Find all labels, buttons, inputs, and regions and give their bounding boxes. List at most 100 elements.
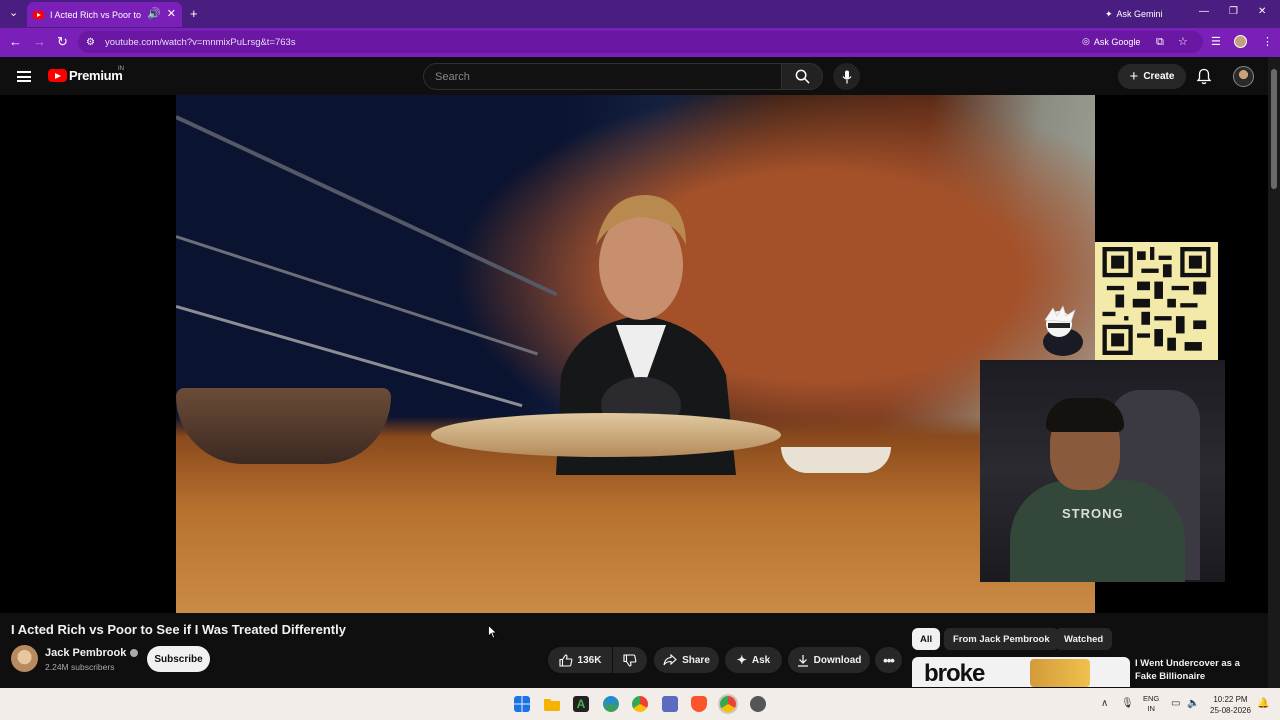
- streamer-hair: [1046, 398, 1124, 432]
- ask-button[interactable]: ✦ Ask: [725, 647, 782, 673]
- microphone-tray-icon[interactable]: 🎙: [1121, 698, 1134, 709]
- youtube-favicon-icon: [33, 10, 44, 19]
- language-code: ENG: [1143, 694, 1160, 703]
- app-with-badge-icon[interactable]: [750, 696, 766, 712]
- brave-browser-icon[interactable]: [691, 696, 707, 712]
- ask-google-label: Ask Google: [1093, 36, 1141, 47]
- microphone-icon: [842, 70, 851, 83]
- network-icon[interactable]: ▭: [1171, 698, 1180, 709]
- more-actions-button[interactable]: •••: [875, 647, 902, 673]
- hamburger-menu-icon[interactable]: [17, 71, 31, 82]
- search-button[interactable]: [781, 63, 823, 90]
- thumbs-up-icon: [558, 653, 572, 667]
- browser-tab-strip: ⌄ I Acted Rich vs Poor to See 🔊 ✕ + ✦ As…: [0, 0, 1280, 28]
- back-arrow-icon[interactable]: ←: [9, 34, 22, 50]
- file-explorer-icon[interactable]: [544, 696, 560, 712]
- ask-gemini-button[interactable]: ✦ Ask Gemini: [1105, 6, 1163, 22]
- chip-all[interactable]: All: [912, 628, 941, 650]
- forward-arrow-icon[interactable]: →: [33, 34, 46, 50]
- recommended-video-title[interactable]: I Went Undercover as a Fake Billionaire: [1135, 657, 1260, 683]
- browser-menu-icon[interactable]: ⋮: [1262, 34, 1273, 50]
- restore-button[interactable]: ❐: [1229, 6, 1238, 17]
- notifications-bell-icon[interactable]: [1196, 68, 1212, 85]
- url-text[interactable]: youtube.com/watch?v=mnmixPuLrsg&t=763s: [105, 37, 296, 48]
- tab-search-chevron-icon[interactable]: ⌄: [9, 8, 18, 19]
- gemini-sparkle-icon: ✦: [1105, 8, 1113, 19]
- search-placeholder: Search: [435, 71, 470, 83]
- chip-watched[interactable]: Watched: [1055, 628, 1113, 650]
- balcony-railing: [176, 115, 558, 297]
- share-label: Share: [682, 654, 710, 666]
- download-button[interactable]: Download: [788, 647, 870, 673]
- create-button[interactable]: + Create: [1118, 64, 1186, 89]
- system-clock[interactable]: 10:22 PM 25-08-2026: [1210, 694, 1251, 716]
- salad-bowl: [176, 388, 391, 464]
- verified-badge-icon: [130, 649, 139, 657]
- small-bowl: [781, 447, 891, 473]
- speaker-icon[interactable]: 🔊: [147, 9, 161, 20]
- search-icon: [795, 69, 810, 84]
- recommended-video-thumbnail[interactable]: broke: [912, 657, 1130, 687]
- windows-taskbar: A: [0, 688, 1280, 720]
- clock-date: 25-08-2026: [1210, 706, 1251, 715]
- volume-icon[interactable]: 🔈: [1187, 698, 1199, 709]
- bookmark-star-icon[interactable]: ☆: [1178, 34, 1188, 50]
- search-input[interactable]: Search: [423, 63, 782, 90]
- input-language[interactable]: ENG IN: [1143, 694, 1159, 714]
- thumbnail-face: [1030, 659, 1090, 687]
- chrome-active-icon[interactable]: [720, 696, 736, 712]
- account-avatar[interactable]: [1233, 66, 1254, 87]
- like-button[interactable]: 136K: [548, 647, 612, 673]
- create-label: Create: [1143, 71, 1175, 82]
- ask-gemini-label: Ask Gemini: [1116, 9, 1163, 19]
- store-icon[interactable]: [662, 696, 678, 712]
- show-hidden-icons-chevron[interactable]: ∧: [1101, 698, 1108, 709]
- close-tab-icon[interactable]: ✕: [167, 9, 176, 20]
- terminal-app-icon[interactable]: A: [573, 696, 589, 712]
- thumbs-down-icon: [623, 653, 637, 667]
- video-frame[interactable]: [176, 95, 1095, 613]
- share-button[interactable]: Share: [654, 647, 719, 673]
- site-info-icon[interactable]: ⚙: [86, 37, 95, 48]
- reading-list-icon[interactable]: ☰: [1211, 34, 1221, 50]
- page-scrollbar[interactable]: [1268, 57, 1280, 688]
- notification-center-icon[interactable]: 🔔: [1257, 698, 1269, 709]
- browser-tab-active[interactable]: I Acted Rich vs Poor to See 🔊 ✕: [27, 2, 182, 27]
- video-title: I Acted Rich vs Poor to See if I Was Tre…: [11, 622, 346, 637]
- download-icon: [797, 654, 808, 667]
- balcony-railing: [176, 235, 538, 356]
- dislike-button[interactable]: [613, 647, 647, 673]
- new-tab-button[interactable]: +: [190, 7, 198, 20]
- shirt-print: STRONG: [1062, 506, 1124, 521]
- ask-label: Ask: [751, 654, 771, 666]
- mouse-cursor-icon: [488, 625, 498, 639]
- lens-icon: ◎: [1082, 36, 1090, 46]
- sparkle-icon: ✦: [736, 653, 747, 667]
- address-bar[interactable]: ⚙ youtube.com/watch?v=mnmixPuLrsg&t=763s: [78, 31, 1203, 53]
- ask-google-button[interactable]: ◎ Ask Google: [1082, 36, 1140, 47]
- youtube-logo[interactable]: [48, 69, 67, 82]
- channel-avatar[interactable]: [11, 645, 38, 672]
- install-app-icon[interactable]: ⧉: [1156, 34, 1164, 50]
- close-window-button[interactable]: ✕: [1258, 6, 1266, 17]
- share-arrow-icon: [663, 654, 677, 666]
- anime-character-sticker: [1043, 305, 1083, 356]
- qr-code-image: [1102, 247, 1211, 355]
- windows-start-icon[interactable]: [514, 696, 530, 712]
- chip-from-channel[interactable]: From Jack Pembrook: [944, 628, 1059, 650]
- channel-name[interactable]: Jack Pembrook: [45, 647, 139, 659]
- edge-browser-icon[interactable]: [603, 696, 619, 712]
- subscribe-button[interactable]: Subscribe: [147, 646, 210, 672]
- chrome-icon[interactable]: [632, 696, 648, 712]
- profile-avatar[interactable]: [1234, 35, 1247, 48]
- like-count: 136K: [577, 654, 602, 666]
- thumbnail-text: broke: [924, 660, 985, 687]
- reload-icon[interactable]: ↻: [57, 34, 68, 50]
- more-horizontal-icon: •••: [883, 652, 895, 668]
- channel-name-text[interactable]: Jack Pembrook: [45, 647, 126, 659]
- dinner-plate: [431, 413, 781, 457]
- voice-search-button[interactable]: [833, 63, 860, 90]
- scrollbar-thumb[interactable]: [1271, 69, 1277, 189]
- minimize-button[interactable]: —: [1199, 6, 1209, 17]
- region-code: IN: [118, 66, 124, 72]
